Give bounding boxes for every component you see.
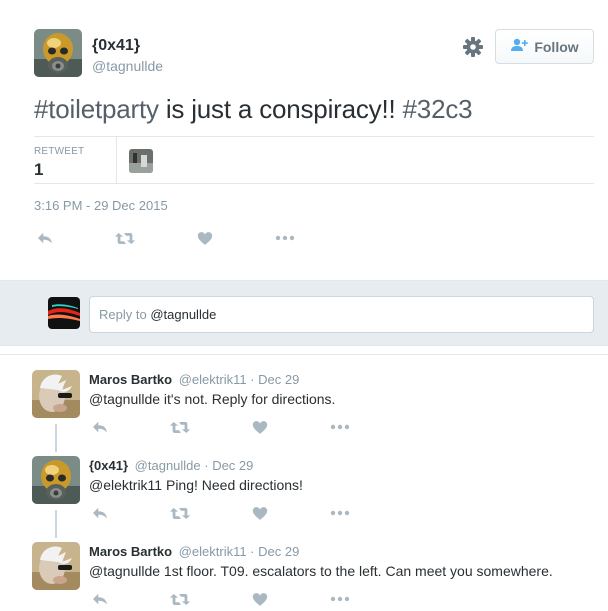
more-icon[interactable]	[329, 590, 351, 608]
stats-divider	[116, 137, 117, 184]
avatar[interactable]	[32, 456, 80, 504]
reply-meta[interactable]: @tagnullde · Dec 29	[135, 458, 254, 473]
more-icon[interactable]	[329, 418, 351, 436]
retweet-icon[interactable]	[169, 504, 191, 522]
author-screen-name[interactable]: @tagnullde	[92, 58, 163, 74]
reply-meta[interactable]: @elektrik11 · Dec 29	[179, 544, 300, 559]
reply-icon[interactable]	[34, 228, 56, 248]
reply-author-name[interactable]: Maros Bartko	[89, 372, 172, 387]
tweet-stats: RETWEET 1	[34, 136, 594, 184]
retweet-count[interactable]: 1	[34, 160, 43, 180]
hashtag-link[interactable]: #toiletparty	[34, 94, 159, 124]
thread-connector	[55, 510, 57, 538]
heart-icon[interactable]	[249, 418, 271, 436]
thread-connector	[55, 424, 57, 452]
current-user-avatar	[48, 297, 80, 329]
reply-icon[interactable]	[89, 590, 111, 608]
reply-author-name[interactable]: Maros Bartko	[89, 544, 172, 559]
reply-text: @tagnullde 1st floor. T09. escalators to…	[89, 563, 553, 579]
retweeter-avatar[interactable]	[129, 149, 153, 173]
author-avatar[interactable]	[34, 29, 82, 77]
reply-box: Reply to @tagnullde	[0, 280, 608, 346]
retweet-stat-label: RETWEET	[34, 146, 85, 157]
tweet-timestamp[interactable]: 3:16 PM - 29 Dec 2015	[34, 198, 168, 213]
main-tweet: {0x41} @tagnullde Follow #toiletparty is…	[0, 0, 608, 280]
retweet-icon[interactable]	[114, 228, 136, 248]
reply-text: @tagnullde it's not. Reply for direction…	[89, 391, 336, 407]
reply-mention: @tagnullde	[150, 307, 217, 322]
heart-icon[interactable]	[194, 228, 216, 248]
reply-icon[interactable]	[89, 504, 111, 522]
tweet-text-body: is just a conspiracy!!	[158, 94, 403, 124]
reply-author-name[interactable]: {0x41}	[89, 458, 128, 473]
heart-icon[interactable]	[249, 504, 271, 522]
more-icon[interactable]	[329, 504, 351, 522]
reply-input[interactable]: Reply to @tagnullde	[89, 296, 594, 333]
more-icon[interactable]	[274, 228, 296, 248]
reply-icon[interactable]	[89, 418, 111, 436]
reply-text: @elektrik11 Ping! Need directions!	[89, 477, 303, 493]
follow-button[interactable]: Follow	[495, 29, 594, 64]
retweet-icon[interactable]	[169, 590, 191, 608]
heart-icon[interactable]	[249, 590, 271, 608]
follow-label: Follow	[534, 38, 579, 55]
avatar[interactable]	[32, 370, 80, 418]
reply-placeholder: Reply to	[99, 307, 147, 322]
replies-divider	[0, 354, 608, 355]
tweet-text: #toiletparty is just a conspiracy!! #32c…	[34, 94, 473, 125]
reply-meta[interactable]: @elektrik11 · Dec 29	[179, 372, 300, 387]
avatar[interactable]	[32, 542, 80, 590]
add-user-icon	[510, 38, 529, 55]
hashtag-link[interactable]: #32c3	[403, 94, 473, 124]
author-display-name[interactable]: {0x41}	[92, 37, 140, 55]
gear-icon[interactable]	[462, 36, 484, 58]
retweet-icon[interactable]	[169, 418, 191, 436]
